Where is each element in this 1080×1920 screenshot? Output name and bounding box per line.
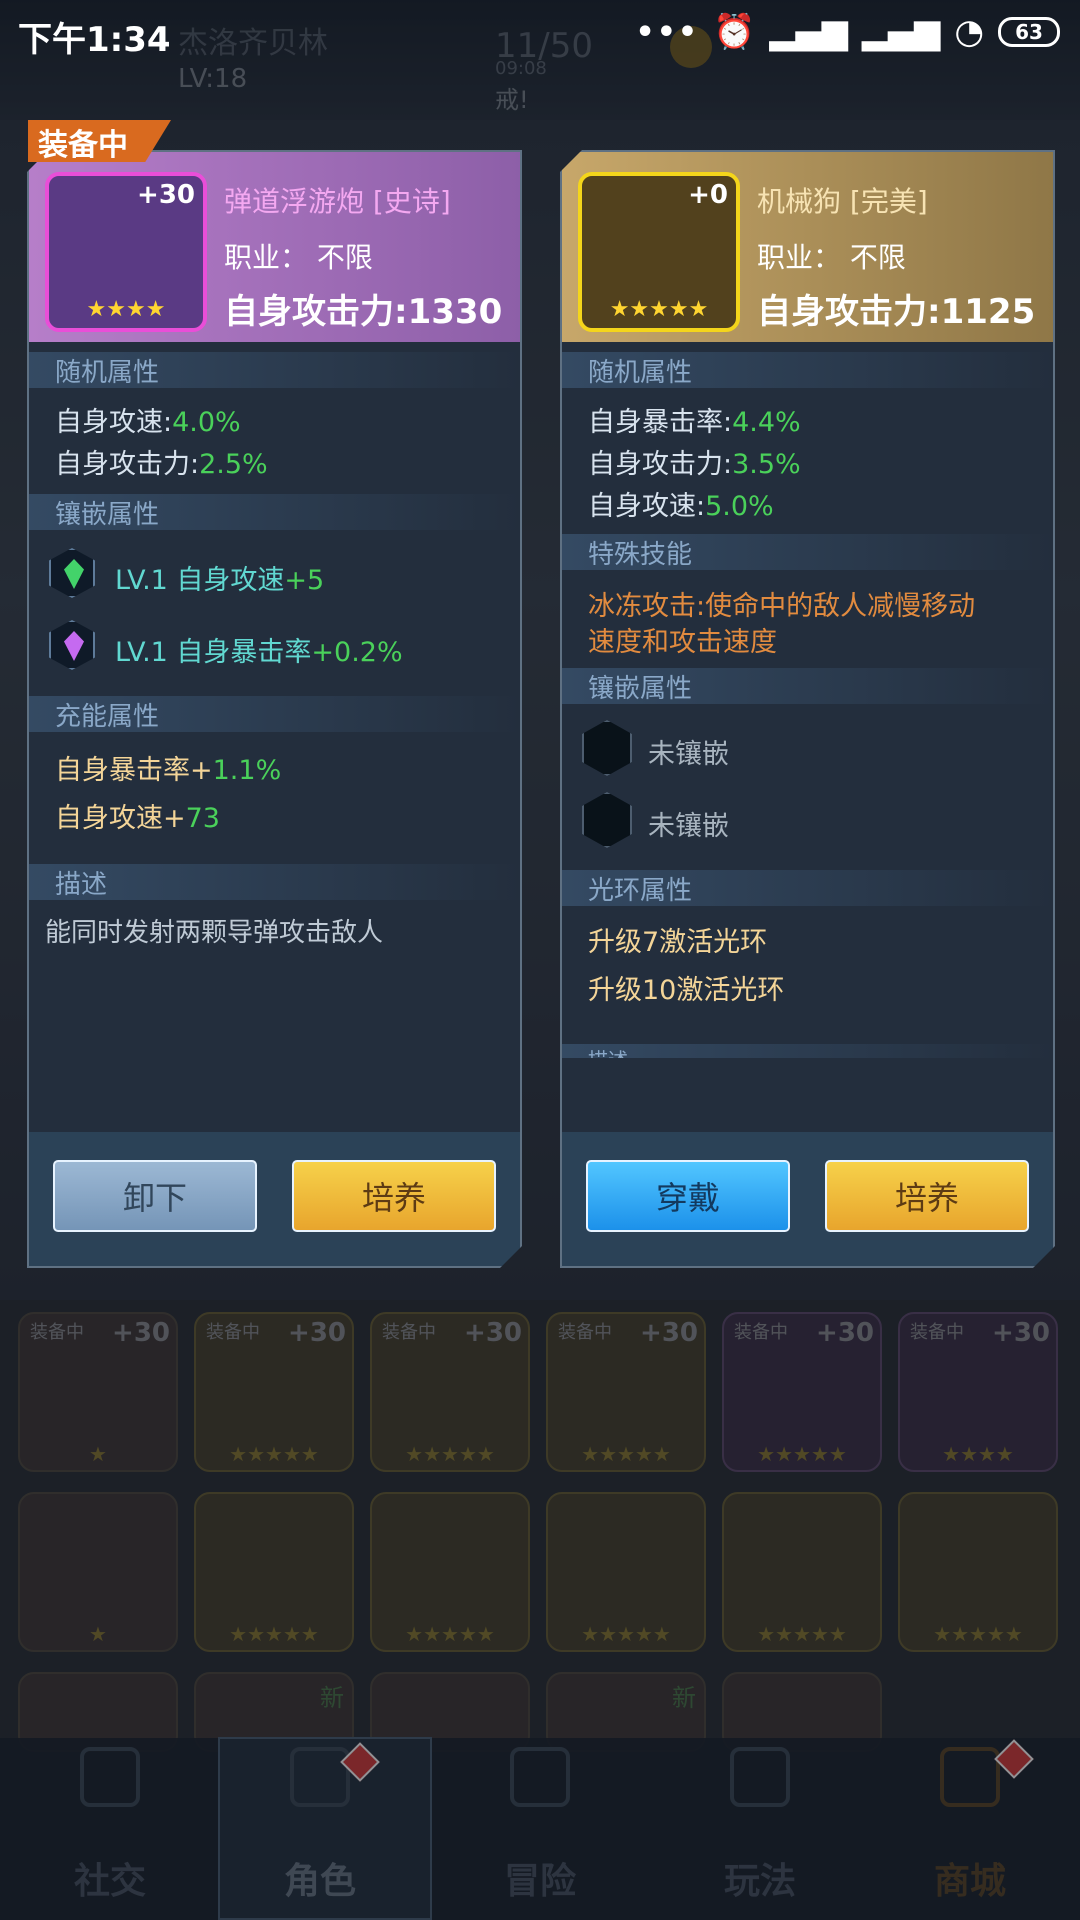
- attribute-line: 自身攻击力:2.5%: [55, 449, 268, 480]
- compare-item-panel: +0 ★★★★★ 机械狗 [完美] 职业： 不限 自身攻击力:1125 随机属性…: [560, 150, 1055, 1268]
- item-name: 机械狗 [完美]: [757, 185, 928, 218]
- purple-gem-icon: [49, 620, 95, 670]
- charge-attribute: 自身暴击率+1.1%: [55, 755, 282, 786]
- button-bar: 卸下 培养: [29, 1132, 520, 1266]
- attack-power: 自身攻击力:1125: [757, 292, 1036, 332]
- section-special-skill: 特殊技能: [562, 534, 1053, 570]
- green-gem-icon: [49, 548, 95, 598]
- alarm-icon: ⏰: [713, 12, 756, 52]
- wifi-icon: ◔: [954, 12, 984, 52]
- section-inlay-attributes: 镶嵌属性: [562, 668, 1053, 704]
- section-description: 描述: [562, 1044, 1053, 1058]
- empty-socket-label: 未镶嵌: [648, 739, 729, 770]
- gem-attribute: LV.1 自身攻速+5: [115, 565, 325, 596]
- empty-socket-icon[interactable]: [582, 792, 632, 848]
- description-text: 能同时发射两颗导弹攻击敌人: [45, 918, 384, 948]
- item-icon: +30 ★★★★: [45, 172, 207, 332]
- battery-indicator: 63: [998, 17, 1060, 47]
- section-inlay-attributes: 镶嵌属性: [29, 494, 520, 530]
- more-dots-icon: •••: [635, 14, 700, 50]
- clock: 下午1:34: [18, 20, 171, 60]
- attack-power: 自身攻击力:1330: [224, 292, 503, 332]
- equip-button[interactable]: 穿戴: [586, 1160, 790, 1232]
- section-aura-attributes: 光环属性: [562, 870, 1053, 906]
- item-name: 弹道浮游炮 [史诗]: [224, 185, 451, 218]
- empty-socket-label: 未镶嵌: [648, 811, 729, 842]
- empty-socket-icon[interactable]: [582, 720, 632, 776]
- section-charge-attributes: 充能属性: [29, 696, 520, 732]
- signal-icon-2: ▂▄▆: [861, 12, 941, 52]
- attribute-line: 自身攻速:4.0%: [55, 407, 241, 438]
- charge-attribute: 自身攻速+73: [55, 803, 220, 834]
- aura-line: 升级10激活光环: [588, 975, 785, 1006]
- attribute-line: 自身攻击力:3.5%: [588, 449, 801, 480]
- skill-description: 速度和攻击速度: [588, 627, 777, 658]
- train-button[interactable]: 培养: [825, 1160, 1029, 1232]
- job-restriction: 职业： 不限: [757, 241, 906, 274]
- unequip-button[interactable]: 卸下: [53, 1160, 257, 1232]
- attribute-line: 自身攻速:5.0%: [588, 491, 774, 522]
- button-bar: 穿戴 培养: [562, 1132, 1053, 1266]
- item-header: +0 ★★★★★ 机械狗 [完美] 职业： 不限 自身攻击力:1125: [562, 152, 1053, 342]
- status-icons: ••• ⏰ ▂▄▆ ▂▄▆ ◔ 63: [636, 12, 1060, 52]
- gem-attribute: LV.1 自身暴击率+0.2%: [115, 637, 403, 668]
- enhance-level: +30: [137, 180, 195, 210]
- status-bar: 下午1:34 ••• ⏰ ▂▄▆ ▂▄▆ ◔ 63: [0, 0, 1080, 66]
- equipped-item-panel: +30 ★★★★ 弹道浮游炮 [史诗] 职业： 不限 自身攻击力:1330 随机…: [27, 150, 522, 1268]
- train-button[interactable]: 培养: [292, 1160, 496, 1232]
- item-stars: ★★★★: [86, 297, 166, 322]
- signal-icon: ▂▄▆: [769, 12, 848, 52]
- attribute-line: 自身暴击率:4.4%: [588, 407, 801, 438]
- skill-description: 冰冻攻击:使命中的敌人减慢移动: [588, 591, 976, 622]
- section-random-attributes: 随机属性: [29, 352, 520, 388]
- item-header: +30 ★★★★ 弹道浮游炮 [史诗] 职业： 不限 自身攻击力:1330: [29, 152, 520, 342]
- section-random-attributes: 随机属性: [562, 352, 1053, 388]
- aura-line: 升级7激活光环: [588, 927, 768, 958]
- section-description: 描述: [29, 864, 520, 900]
- item-icon: +0 ★★★★★: [578, 172, 740, 332]
- enhance-level: +0: [688, 180, 728, 210]
- job-restriction: 职业： 不限: [224, 241, 373, 274]
- item-stars: ★★★★★: [609, 297, 709, 322]
